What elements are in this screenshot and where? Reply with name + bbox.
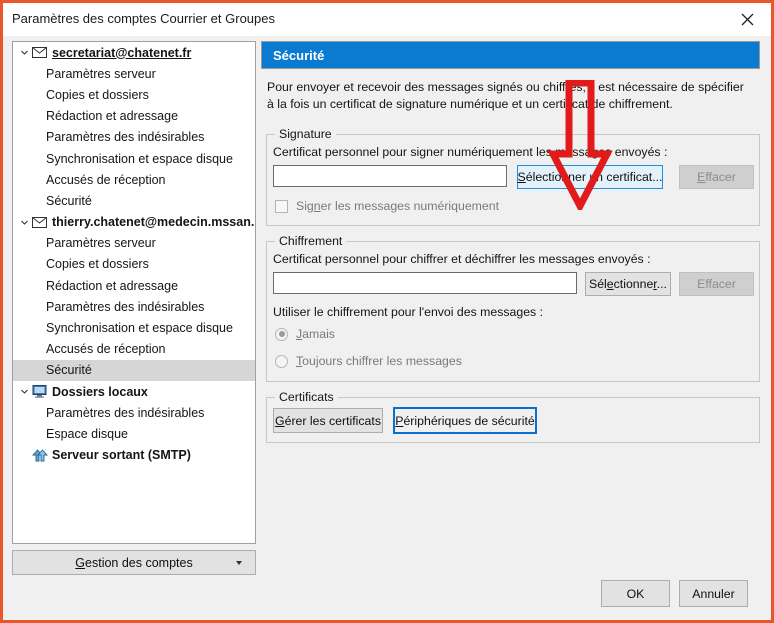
tree-item-server-settings-1[interactable]: Paramètres serveur	[13, 63, 255, 84]
intro-text: Pour envoyer et recevoir des messages si…	[267, 80, 744, 111]
tree-item-label: Sécurité	[46, 363, 92, 378]
pane-header: Sécurité	[261, 41, 760, 69]
account-actions-button[interactable]: Gestion des comptes	[12, 550, 256, 575]
tree-item-label: thierry.chatenet@medecin.mssan...	[52, 215, 256, 230]
button-label: Sélectionner...	[589, 277, 667, 291]
page-title: Sécurité	[273, 47, 325, 63]
account-settings-window: Paramètres des comptes Courrier et Group…	[0, 0, 774, 623]
chevron-down-icon[interactable]	[17, 215, 31, 229]
signature-cert-label: Certificat personnel pour signer numériq…	[273, 145, 668, 159]
chevron-down-icon[interactable]	[17, 46, 31, 60]
tree-item-label: Paramètres serveur	[46, 66, 156, 81]
tree-item-label: Sécurité	[46, 193, 92, 208]
signature-cert-input[interactable]	[273, 165, 507, 187]
tree-item-label: secretariat@chatenet.fr	[52, 45, 192, 60]
encryption-usage-label: Utiliser le chiffrement pour l'envoi des…	[273, 305, 544, 319]
tree-item-label: Accusés de réception	[46, 342, 166, 357]
checkbox-icon[interactable]	[275, 199, 288, 213]
tree-item-outgoing-smtp[interactable]: Serveur sortant (SMTP)	[13, 445, 255, 466]
tree-item-junk-local[interactable]: Paramètres des indésirables	[13, 402, 255, 423]
tree-item-receipts-1[interactable]: Accusés de réception	[13, 169, 255, 190]
tree-item-receipts-2[interactable]: Accusés de réception	[13, 339, 255, 360]
button-label: Gérer les certificats	[275, 413, 381, 428]
encryption-legend: Chiffrement	[279, 234, 343, 248]
tree-item-label: Dossiers locaux	[52, 384, 148, 399]
tree-item-server-settings-2[interactable]: Paramètres serveur	[13, 233, 255, 254]
manage-certificates-button[interactable]: Gérer les certificats	[273, 408, 383, 433]
tree-item-label: Paramètres des indésirables	[46, 299, 205, 314]
smtp-icon	[31, 448, 48, 462]
cancel-button[interactable]: Annuler	[679, 580, 748, 607]
tree-item-disk-space-local[interactable]: Espace disque	[13, 423, 255, 444]
encryption-always-radio-row[interactable]: Toujours chiffrer les messages	[275, 354, 462, 368]
tree-item-local-folders[interactable]: Dossiers locaux	[13, 381, 255, 402]
sign-messages-checkbox-row[interactable]: Signer les messages numériquement	[275, 199, 499, 213]
tree-item-composition-1[interactable]: Rédaction et adressage	[13, 106, 255, 127]
account-tree[interactable]: secretariat@chatenet.fr Paramètres serve…	[12, 41, 256, 544]
tree-item-label: Synchronisation et espace disque	[46, 321, 233, 336]
clear-encryption-certificate-button[interactable]: Effacer	[679, 272, 754, 296]
envelope-icon	[31, 46, 48, 60]
certificates-legend: Certificats	[279, 390, 334, 404]
encryption-never-radio-row[interactable]: Jamais	[275, 327, 335, 341]
button-label: Annuler	[692, 586, 735, 601]
tree-item-label: Copies et dossiers	[46, 257, 149, 272]
button-label: OK	[626, 586, 645, 601]
encryption-cert-label: Certificat personnel pour chiffrer et dé…	[273, 252, 651, 266]
envelope-icon	[31, 215, 48, 229]
tree-item-label: Paramètres serveur	[46, 236, 156, 251]
encryption-cert-input[interactable]	[273, 272, 577, 294]
security-pane: Sécurité Pour envoyer et recevoir des me…	[261, 41, 760, 620]
radio-icon[interactable]	[275, 327, 288, 341]
tree-item-sync-disk-1[interactable]: Synchronisation et espace disque	[13, 148, 255, 169]
tree-item-label: Rédaction et adressage	[46, 109, 179, 124]
radio-icon[interactable]	[275, 354, 288, 368]
button-label: Effacer	[697, 277, 736, 291]
button-label: Périphériques de sécurité	[395, 413, 535, 428]
tree-item-label: Paramètres des indésirables	[46, 130, 205, 145]
ok-button[interactable]: OK	[601, 580, 670, 607]
encryption-never-label: Jamais	[296, 327, 335, 341]
close-icon[interactable]	[726, 5, 768, 33]
tree-item-composition-2[interactable]: Rédaction et adressage	[13, 275, 255, 296]
select-encryption-certificate-button[interactable]: Sélectionner...	[585, 272, 671, 296]
tree-item-junk-2[interactable]: Paramètres des indésirables	[13, 296, 255, 317]
tree-item-copies-folders-2[interactable]: Copies et dossiers	[13, 254, 255, 275]
tree-item-label: Copies et dossiers	[46, 87, 149, 102]
button-label: Effacer	[697, 170, 736, 184]
tree-item-junk-1[interactable]: Paramètres des indésirables	[13, 127, 255, 148]
signature-legend: Signature	[279, 127, 332, 141]
tree-item-label: Serveur sortant (SMTP)	[52, 448, 191, 463]
tree-item-sync-disk-2[interactable]: Synchronisation et espace disque	[13, 317, 255, 338]
chevron-down-icon	[236, 561, 242, 565]
tree-item-label: Synchronisation et espace disque	[46, 151, 233, 166]
tree-item-copies-folders-1[interactable]: Copies et dossiers	[13, 84, 255, 105]
monitor-icon	[31, 385, 48, 399]
tree-item-label: Accusés de réception	[46, 172, 166, 187]
tree-item-label: Paramètres des indésirables	[46, 405, 205, 420]
tree-item-account-1[interactable]: secretariat@chatenet.fr	[13, 42, 255, 63]
chevron-down-icon[interactable]	[17, 385, 31, 399]
account-actions-label: Gestion des comptes	[75, 555, 193, 570]
tree-item-label: Espace disque	[46, 426, 129, 441]
select-signature-certificate-button[interactable]: Sélectionner un certificat...	[517, 165, 663, 189]
button-label: Sélectionner un certificat...	[517, 170, 663, 184]
tree-item-label: Rédaction et adressage	[46, 278, 179, 293]
encryption-always-label: Toujours chiffrer les messages	[296, 354, 462, 368]
security-devices-button[interactable]: Périphériques de sécurité	[393, 407, 537, 434]
clear-signature-certificate-button[interactable]: Effacer	[679, 165, 754, 189]
tree-item-security-1[interactable]: Sécurité	[13, 190, 255, 211]
sign-messages-checkbox-label: Signer les messages numériquement	[296, 199, 500, 213]
tree-item-account-2[interactable]: thierry.chatenet@medecin.mssan...	[13, 212, 255, 233]
dialog-body: secretariat@chatenet.fr Paramètres serve…	[3, 36, 771, 620]
title-bar: Paramètres des comptes Courrier et Group…	[3, 3, 771, 36]
window-title: Paramètres des comptes Courrier et Group…	[12, 11, 275, 26]
tree-item-security-2[interactable]: Sécurité	[13, 359, 255, 381]
